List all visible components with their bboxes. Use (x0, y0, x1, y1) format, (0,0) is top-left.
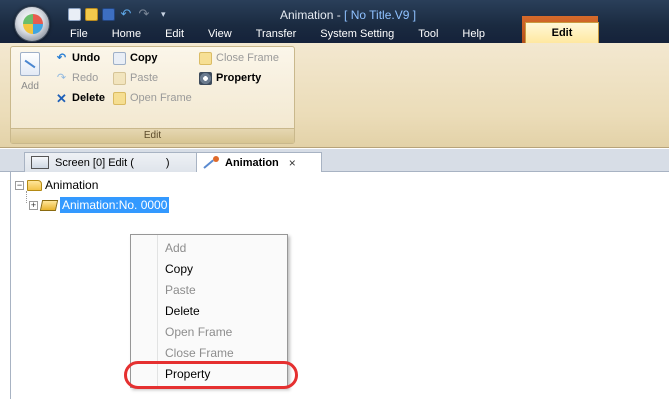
tab-animation[interactable]: Animation × (196, 152, 322, 172)
document-tab-strip: Screen [0] Edit ( ) Animation × (0, 149, 669, 172)
open-folder-icon (39, 199, 59, 211)
paste-button[interactable]: Paste (113, 69, 158, 87)
expand-icon[interactable]: + (29, 200, 38, 210)
undo-arrow-icon: ↶ (56, 51, 67, 64)
undo-label: Undo (72, 52, 101, 64)
tree-child-row[interactable]: + Animation:No. 0000 (29, 197, 170, 213)
paste-icon (113, 71, 126, 85)
window-title: Animation - [ No Title.V9 ] (280, 8, 416, 22)
ribbon-tab-bar: File Home Edit View Transfer System Sett… (58, 22, 599, 43)
copy-button[interactable]: Copy (113, 49, 158, 67)
menu-item-close-frame[interactable]: Close Frame (165, 343, 234, 363)
app-logo-icon (23, 14, 43, 34)
save-icon[interactable] (102, 7, 115, 21)
close-icon[interactable]: × (289, 156, 296, 170)
tab-animation-edit[interactable]: Edit (525, 22, 599, 43)
add-label: Add (21, 81, 39, 92)
window-title-document: [ No Title.V9 ] (344, 8, 417, 22)
close-folder-icon (199, 51, 212, 65)
animation-tree-panel: − Animation + Animation:No. 0000 (10, 172, 669, 399)
menu-item-paste[interactable]: Paste (165, 280, 196, 300)
collapse-icon[interactable]: − (15, 180, 24, 190)
tree-child-label: Animation:No. 0000 (60, 197, 170, 213)
tree-connector (26, 191, 27, 203)
tab-screen-label: Screen [0] Edit ( (55, 156, 134, 169)
close-frame-button[interactable]: Close Frame (199, 49, 279, 67)
open-frame-button[interactable]: Open Frame (113, 89, 192, 107)
undo-button[interactable]: ↶ Undo (55, 49, 100, 67)
open-folder-icon[interactable] (85, 7, 98, 21)
property-label: Property (216, 72, 262, 84)
new-file-icon[interactable] (68, 7, 81, 21)
tree-root-row[interactable]: − Animation (15, 178, 98, 192)
redo-icon[interactable]: ↷ (137, 7, 151, 21)
copy-icon (113, 51, 126, 65)
tab-edit-main[interactable]: Edit (153, 26, 196, 43)
tab-animation-label: Animation (225, 156, 279, 169)
property-button[interactable]: Property (199, 69, 261, 87)
delete-label: Delete (72, 92, 106, 104)
add-button[interactable]: Add (13, 50, 47, 112)
redo-button[interactable]: ↷ Redo (55, 69, 98, 87)
menu-item-add[interactable]: Add (165, 238, 186, 258)
tab-help[interactable]: Help (450, 26, 497, 43)
tab-tool[interactable]: Tool (406, 26, 450, 43)
tab-file[interactable]: File (58, 26, 100, 43)
context-menu: Add Copy Paste Delete Open Frame Close F… (130, 234, 288, 388)
menu-item-delete[interactable]: Delete (165, 301, 200, 321)
close-frame-label: Close Frame (216, 52, 279, 64)
customize-toolbar-icon[interactable]: ▾ (161, 9, 166, 20)
redo-arrow-icon: ↷ (56, 71, 67, 84)
ribbon: Add ↶ Undo ↷ Redo ✕ Delete Copy Paste Open … (0, 43, 669, 148)
quick-access-toolbar: ↶ ↷ ▾ (68, 6, 166, 22)
tab-view[interactable]: View (196, 26, 244, 43)
screen-icon (31, 156, 49, 169)
delete-button[interactable]: ✕ Delete (55, 89, 105, 107)
tab-transfer[interactable]: Transfer (244, 26, 309, 43)
window-title-app: Animation - (280, 8, 345, 22)
redo-label: Redo (72, 72, 99, 84)
tab-home[interactable]: Home (100, 26, 153, 43)
animation-icon (203, 155, 219, 170)
paste-label: Paste (130, 72, 159, 84)
application-menu-button[interactable] (14, 6, 50, 42)
edit-group-label: Edit (11, 128, 294, 143)
menu-item-property[interactable]: Property (165, 364, 210, 384)
folder-icon (27, 179, 42, 191)
edit-group: Add ↶ Undo ↷ Redo ✕ Delete Copy Paste Open … (10, 46, 295, 144)
tab-screen-edit[interactable]: Screen [0] Edit ( ) (24, 152, 202, 172)
open-frame-label: Open Frame (130, 92, 192, 104)
tab-system-setting[interactable]: System Setting (308, 26, 406, 43)
open-folder-icon (113, 91, 126, 105)
menu-item-open-frame[interactable]: Open Frame (165, 322, 232, 342)
tab-screen-suffix: ) (165, 156, 170, 169)
menu-item-copy[interactable]: Copy (165, 259, 193, 279)
add-icon (20, 52, 40, 76)
tree-root-label: Animation (45, 178, 99, 192)
title-bar: ↶ ↷ ▾ Animation - [ No Title.V9 ] Animat… (0, 0, 669, 43)
undo-icon[interactable]: ↶ (119, 7, 133, 21)
delete-x-icon: ✕ (56, 90, 67, 106)
gear-icon (199, 71, 212, 85)
copy-label: Copy (130, 52, 158, 64)
